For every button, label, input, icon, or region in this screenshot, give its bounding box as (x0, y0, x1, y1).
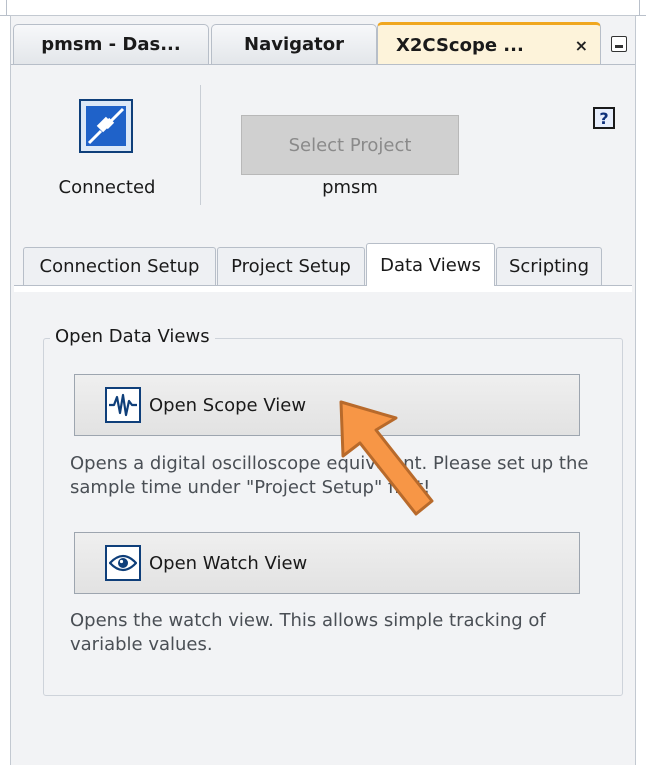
minimize-icon[interactable] (611, 36, 627, 52)
plug-icon-glyph (87, 107, 125, 145)
tab-connection-setup[interactable]: Connection Setup (23, 247, 216, 285)
panel-top-highlight (14, 286, 632, 292)
connection-status-label: Connected (58, 177, 156, 198)
top-strip (0, 0, 646, 16)
sub-tab-bar: Connection Setup Project Setup Data View… (11, 243, 635, 286)
tab-scripting[interactable]: Scripting (496, 247, 602, 285)
right-edge (639, 0, 640, 15)
tab-navigator[interactable]: Navigator (211, 24, 377, 64)
tab-pmsm-dashboard[interactable]: pmsm - Das... (13, 24, 209, 64)
tab-data-views[interactable]: Data Views (366, 243, 495, 286)
open-watch-view-label: Open Watch View (149, 552, 308, 574)
plug-connected-icon[interactable] (79, 99, 133, 153)
tab-label: pmsm - Das... (41, 34, 181, 55)
window-tab-bar: pmsm - Das... Navigator X2CScope ... × (11, 16, 637, 65)
tab-x2cscope[interactable]: X2CScope ... × (377, 22, 601, 65)
minimize-bar (615, 45, 623, 48)
orange-arrow-annotation (339, 400, 434, 516)
arrow-shape (339, 400, 434, 516)
open-scope-view-label: Open Scope View (149, 394, 307, 416)
header-divider (200, 85, 201, 205)
help-icon[interactable]: ? (593, 107, 615, 129)
group-title: Open Data Views (50, 326, 215, 347)
open-watch-view-button[interactable]: Open Watch View (74, 532, 580, 594)
tab-label: Navigator (244, 34, 344, 55)
x2cscope-panel: pmsm - Das... Navigator X2CScope ... × C… (10, 15, 636, 765)
select-project-button[interactable]: Select Project (241, 115, 459, 175)
eye-icon (105, 545, 141, 581)
oscilloscope-glyph (109, 393, 137, 417)
plug-icon-fill (86, 106, 126, 146)
tab-project-setup[interactable]: Project Setup (217, 247, 365, 285)
eye-glyph (109, 554, 137, 572)
tab-label: X2CScope ... (396, 34, 524, 56)
oscilloscope-icon (105, 387, 141, 423)
project-name: pmsm (322, 177, 378, 198)
left-edge (6, 0, 7, 15)
close-icon[interactable]: × (575, 36, 588, 55)
watch-view-description: Opens the watch view. This allows simple… (70, 610, 546, 655)
